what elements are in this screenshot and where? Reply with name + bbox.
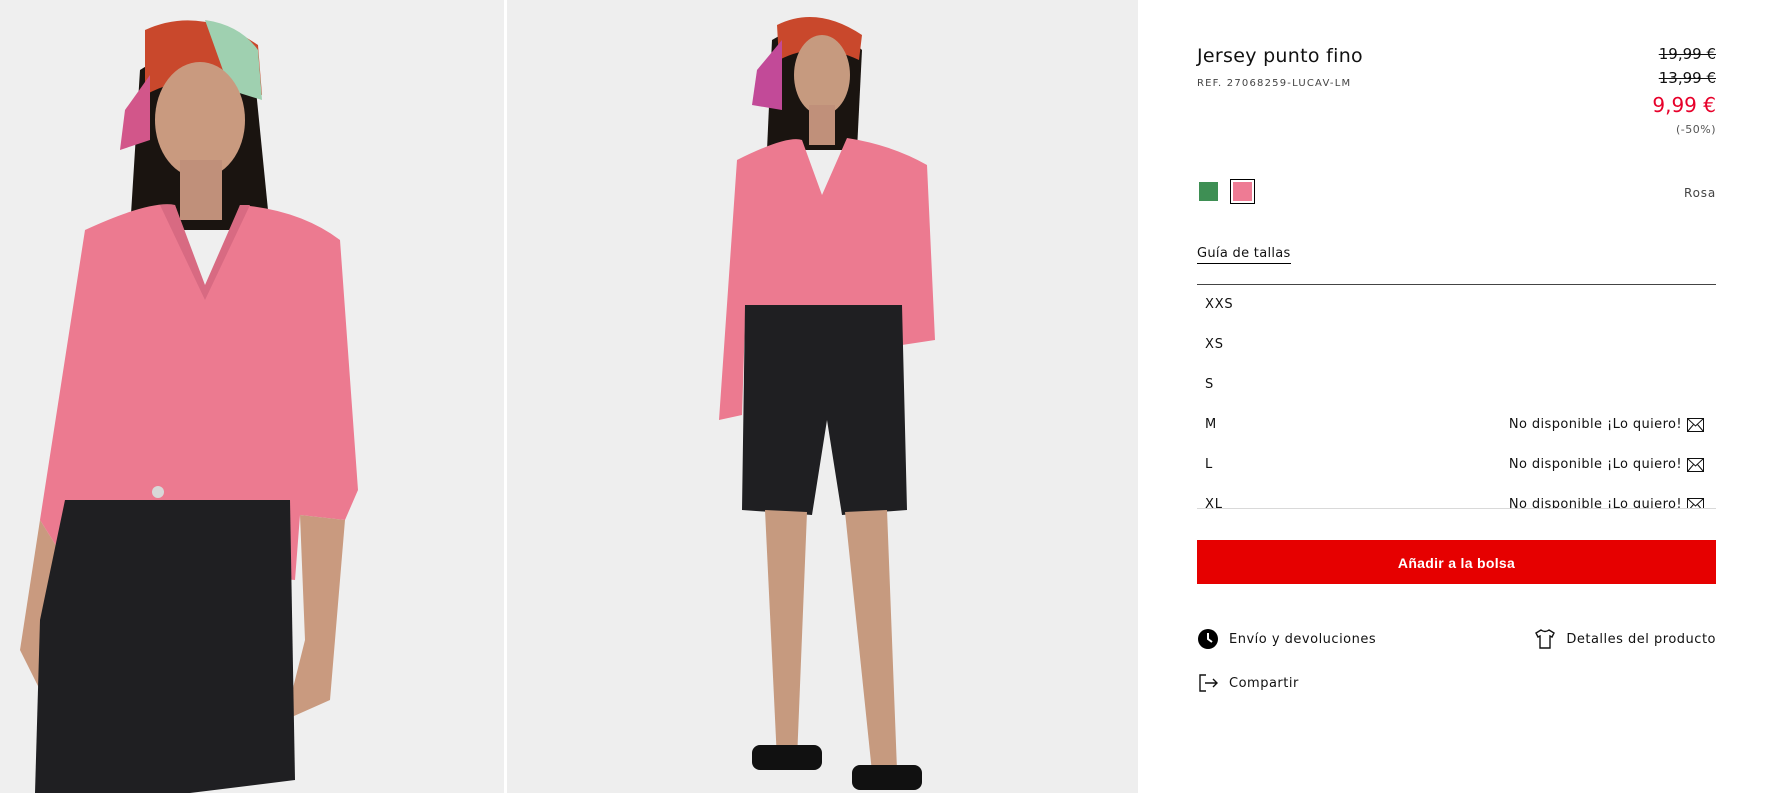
size-label: L [1205, 457, 1214, 472]
share-icon [1199, 674, 1218, 692]
size-option-s[interactable]: S [1197, 365, 1716, 405]
selected-color-name: Rosa [1684, 186, 1716, 200]
size-option-xs[interactable]: XS [1197, 325, 1716, 365]
product-photo-front-closeup[interactable] [0, 0, 504, 793]
size-label: M [1205, 417, 1218, 432]
tshirt-icon [1535, 629, 1556, 649]
size-option-xxs[interactable]: XXS [1197, 285, 1716, 325]
shipping-returns-link[interactable]: Envío y devoluciones [1197, 628, 1376, 650]
shipping-returns-label: Envío y devoluciones [1229, 631, 1377, 647]
size-unavailable-notice: No disponible ¡Lo quiero! [1508, 497, 1682, 509]
size-option-xl[interactable]: XL No disponible ¡Lo quiero! [1197, 485, 1716, 509]
color-swatch-pink[interactable] [1230, 179, 1255, 204]
add-to-bag-button[interactable]: Añadir a la bolsa [1197, 540, 1716, 584]
product-reference: REF. 27068259-LUCAV-LM [1197, 78, 1352, 89]
product-details-label: Detalles del producto [1566, 631, 1716, 647]
discount-label: (-50%) [1675, 123, 1716, 136]
envelope-icon[interactable] [1687, 498, 1704, 509]
size-list[interactable]: XXS XS S M No disponible ¡Lo quiero! L N… [1197, 284, 1716, 509]
size-label: XXS [1205, 297, 1234, 312]
envelope-icon[interactable] [1687, 418, 1704, 432]
size-unavailable-notice: No disponible ¡Lo quiero! [1508, 457, 1682, 472]
product-title: Jersey punto fino [1197, 45, 1363, 67]
price-previous: 13,99 € [1658, 69, 1716, 87]
price-block: 19,99 € 13,99 € 9,99 € (-50%) [1652, 42, 1716, 140]
size-option-l[interactable]: L No disponible ¡Lo quiero! [1197, 445, 1716, 485]
size-label: XL [1205, 497, 1223, 509]
color-swatch-green[interactable] [1199, 182, 1218, 201]
product-photo-full-body[interactable] [507, 0, 1138, 793]
size-label: S [1205, 377, 1215, 392]
product-info-panel: Jersey punto fino REF. 27068259-LUCAV-LM… [1197, 0, 1716, 793]
price-current: 9,99 € [1652, 93, 1716, 117]
share-label: Compartir [1229, 675, 1299, 691]
share-link[interactable]: Compartir [1197, 672, 1299, 694]
size-unavailable-notice: No disponible ¡Lo quiero! [1508, 417, 1682, 432]
size-guide-link[interactable]: Guía de tallas [1197, 246, 1291, 264]
product-details-link[interactable]: Detalles del producto [1534, 628, 1716, 650]
price-original: 19,99 € [1658, 45, 1716, 63]
size-label: XS [1205, 337, 1224, 352]
clock-icon [1198, 629, 1218, 649]
size-option-m[interactable]: M No disponible ¡Lo quiero! [1197, 405, 1716, 445]
envelope-icon[interactable] [1687, 458, 1704, 472]
